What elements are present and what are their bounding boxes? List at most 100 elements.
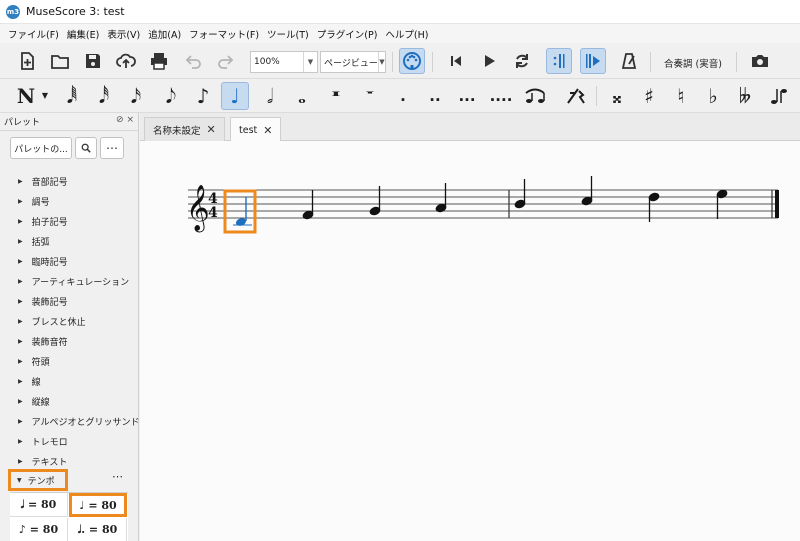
duration-64th-button[interactable]: 𝅘𝅥𝅱 [58, 82, 86, 110]
double-sharp-button[interactable]: 𝄪 [603, 82, 631, 110]
tempo-half-80-cell[interactable]: 𝅗𝅥 = 80 [10, 493, 68, 517]
note-4[interactable] [435, 183, 447, 213]
palette-item-clefs[interactable]: ▶ 音部記号 [0, 171, 139, 191]
musescore-logo-icon: m3 [6, 4, 20, 19]
menu-view[interactable]: 表示(V) [103, 27, 144, 41]
tempo-dotted-half-80-cell[interactable]: 𝅗𝅥. = 80 [69, 518, 127, 541]
palette-item-lines[interactable]: ▶ 線 [0, 371, 139, 391]
duration-8th-alt-button[interactable]: ♪ [189, 82, 217, 110]
duration-half-button[interactable]: 𝅗𝅥 [256, 82, 284, 110]
tempo-more-button[interactable]: ⋯ [112, 470, 123, 483]
note-1-selected[interactable] [233, 197, 252, 227]
tab-untitled[interactable]: 名称未設定 ✕ [144, 117, 225, 141]
play-button[interactable] [476, 48, 502, 74]
open-file-button[interactable] [47, 48, 73, 74]
double-dot-button[interactable]: .. [421, 82, 449, 110]
time-signature-bottom[interactable]: 4 [208, 205, 218, 221]
palette-search-button[interactable] [75, 137, 97, 159]
view-mode-select[interactable]: ページビュー ▼ [320, 51, 386, 73]
rewind-button[interactable] [443, 48, 469, 74]
print-button[interactable] [146, 48, 172, 74]
rest-button[interactable] [562, 82, 590, 110]
tempo-quarter-80-cell[interactable]: ♩ = 80 [69, 493, 127, 517]
sharp-button[interactable]: ♯ [635, 82, 663, 110]
palette-item-barlines[interactable]: ▶ 縦線 [0, 391, 139, 411]
menu-add[interactable]: 追加(A) [144, 27, 185, 41]
score-staff-svg[interactable]: 𝄞 4 4 [140, 141, 800, 541]
menu-plugins[interactable]: プラグイン(P) [313, 27, 382, 41]
save-button[interactable] [80, 48, 106, 74]
close-icon[interactable]: ✕ [263, 124, 272, 137]
palette-item-time-signatures[interactable]: ▶ 拍子記号 [0, 211, 139, 231]
upload-button[interactable] [113, 48, 139, 74]
palette-item-text[interactable]: ▶ テキスト [0, 451, 139, 471]
tempo-header-highlight[interactable]: ▼ テンポ [8, 469, 68, 491]
redo-button[interactable] [213, 48, 239, 74]
loop-button[interactable] [509, 48, 535, 74]
menu-tools[interactable]: ツール(T) [263, 27, 313, 41]
metronome-button[interactable] [616, 48, 642, 74]
palette-item-tempo[interactable]: ▼ テンポ ⋯ [0, 469, 139, 491]
quadruple-dot-button[interactable]: .... [487, 82, 515, 110]
palette-item-accidentals[interactable]: ▶ 臨時記号 [0, 251, 139, 271]
tempo-eighth-80-cell[interactable]: ♪ = 80 [10, 518, 68, 541]
final-barline-thick[interactable] [775, 190, 779, 218]
menu-format[interactable]: フォーマット(F) [185, 27, 263, 41]
treble-clef-icon[interactable]: 𝄞 [186, 185, 210, 233]
double-flat-button[interactable]: 𝄫 [731, 82, 759, 110]
palette-item-ornaments[interactable]: ▶ 装飾記号 [0, 291, 139, 311]
toolbar-divider [392, 52, 393, 72]
duration-whole-button[interactable]: 𝅝 [288, 82, 316, 110]
flip-direction-icon [771, 89, 787, 104]
palette-item-articulations[interactable]: ▶ アーティキュレーション [0, 271, 139, 291]
flat-button[interactable]: ♭ [699, 82, 727, 110]
note-5[interactable] [514, 179, 526, 209]
expand-triangle-icon: ▶ [18, 417, 23, 425]
chevron-down-icon[interactable]: ▼ [377, 52, 385, 72]
palette-item-grace-notes[interactable]: ▶ 装飾音符 [0, 331, 139, 351]
toolbar-divider [432, 52, 433, 72]
triple-dot-button[interactable]: ... [453, 82, 481, 110]
duration-16th-button[interactable]: 𝅘𝅥𝅯 [122, 82, 150, 110]
duration-breve-button[interactable]: 𝄺 [322, 82, 350, 110]
add-palettes-button[interactable]: パレットの... [10, 137, 72, 159]
zoom-select[interactable]: 100% ▼ [250, 51, 318, 73]
midi-input-button[interactable] [399, 48, 425, 74]
palette-item-arpeggios[interactable]: ▶ アルペジオとグリッサンド [0, 411, 140, 431]
duration-longa-button[interactable]: 𝄻 [356, 82, 384, 110]
palette-item-breaths-pauses[interactable]: ▶ ブレスと休止 [0, 311, 139, 331]
duration-quarter-button[interactable]: ♩ [221, 82, 249, 110]
concert-pitch-toggle[interactable]: 合奏調 (実音) [664, 56, 722, 70]
menu-help[interactable]: ヘルプ(H) [381, 27, 432, 41]
palette-item-brackets[interactable]: ▶ 括弧 [0, 231, 139, 251]
toolbar-divider [736, 52, 737, 72]
tie-button[interactable] [521, 82, 549, 110]
loop-out-icon [586, 54, 600, 68]
tab-test[interactable]: test ✕ [230, 117, 282, 142]
note-entry-mode-button[interactable]: 𝐍 [12, 82, 40, 110]
close-icon[interactable]: ✕ [207, 123, 216, 136]
new-file-button[interactable] [14, 48, 40, 74]
duration-32nd-button[interactable]: 𝅘𝅥𝅰 [90, 82, 118, 110]
duration-8th-button[interactable]: 𝅘𝅥𝅮 [157, 82, 185, 110]
score-canvas[interactable]: 𝄞 4 4 [140, 141, 800, 541]
loop-in-button[interactable] [546, 48, 572, 74]
panel-float-close-icons[interactable]: ⊘ × [116, 115, 134, 125]
chevron-down-icon[interactable]: ▼ [303, 52, 317, 72]
flip-direction-button[interactable] [766, 82, 794, 110]
note-2[interactable] [302, 190, 314, 220]
loop-out-button[interactable] [580, 48, 606, 74]
augmentation-dot-button[interactable]: . [389, 82, 417, 110]
palette-item-tremolos[interactable]: ▶ トレモロ [0, 431, 139, 451]
undo-button[interactable] [180, 48, 206, 74]
natural-button[interactable]: ♮ [667, 82, 695, 110]
palette-item-key-signatures[interactable]: ▶ 調号 [0, 191, 139, 211]
menu-file[interactable]: ファイル(F) [4, 27, 63, 41]
chevron-down-icon[interactable]: ▼ [38, 82, 52, 110]
palette-item-noteheads[interactable]: ▶ 符頭 [0, 351, 139, 371]
note-6[interactable] [581, 176, 593, 206]
palette-more-button[interactable]: ⋯ [100, 137, 124, 159]
new-file-icon [21, 52, 34, 70]
image-capture-button[interactable] [747, 48, 773, 74]
menu-edit[interactable]: 編集(E) [63, 27, 103, 41]
